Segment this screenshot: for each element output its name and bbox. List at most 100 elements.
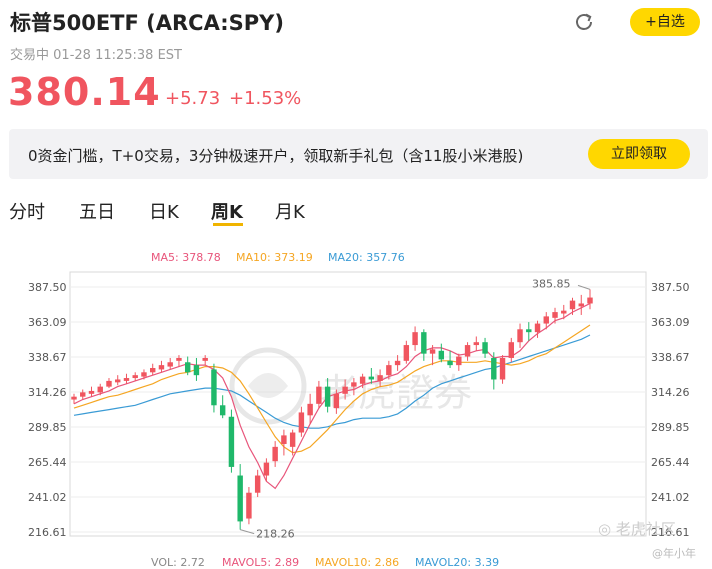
community-logo-icon: ◎ — [598, 520, 612, 538]
y-tick-label-left: 338.67 — [28, 351, 67, 364]
y-tick-label-right: 363.09 — [651, 316, 690, 329]
mavol10-legend: MAVOL10: 2.86 — [315, 556, 400, 569]
price-change-percent: +1.53% — [229, 88, 302, 109]
candle-body — [456, 356, 462, 366]
y-tick-label-left: 241.02 — [28, 491, 67, 504]
candle-body — [115, 379, 121, 383]
price-change: +5.73 — [165, 88, 221, 109]
low-label: 218.26 — [256, 528, 295, 541]
claim-gift-button[interactable]: 立即领取 — [588, 139, 690, 169]
candle-body — [473, 342, 480, 346]
promo-banner-text: 0资金门槛，T+0交易，3分钟极速开户，领取新手礼包（含11股小米港股) — [28, 147, 524, 165]
y-tick-label-left: 216.61 — [28, 526, 67, 539]
candle-body — [534, 323, 541, 333]
candle-body — [386, 365, 392, 376]
candle-body — [552, 312, 558, 318]
tab-monthly-k[interactable]: 月K — [275, 198, 305, 224]
mavol5-legend: MAVOL5: 2.89 — [222, 556, 300, 569]
y-tick-label-left: 363.09 — [28, 316, 67, 329]
candle-body — [351, 382, 357, 387]
candle-body — [491, 357, 497, 380]
candle-body — [499, 357, 506, 380]
trading-status: 交易中 01-28 11:25:38 EST — [10, 44, 182, 63]
y-tick-label-right: 314.26 — [651, 386, 690, 399]
candle-body — [88, 390, 95, 394]
candle-body — [368, 376, 375, 380]
candle-body — [246, 492, 252, 519]
community-watermark: ◎ 老虎社区 — [598, 518, 676, 539]
y-tick-label-right: 241.02 — [651, 491, 690, 504]
y-tick-label-left: 314.26 — [28, 386, 67, 399]
candle-body — [482, 342, 488, 354]
candle-body — [281, 435, 287, 444]
candle-body — [517, 329, 523, 343]
candle-body — [316, 386, 322, 404]
author-watermark: @年小年 — [652, 547, 696, 560]
candle-body — [333, 393, 340, 409]
community-watermark-text: 老虎社区 — [615, 520, 676, 538]
candle-body — [71, 396, 77, 400]
candle-body — [272, 446, 278, 462]
candle-body — [394, 360, 401, 366]
candle-body — [421, 332, 427, 354]
candle-body — [359, 376, 366, 384]
candle-body — [578, 303, 584, 307]
candle-body — [106, 380, 112, 387]
vol-legend: VOL: 2.72 — [151, 556, 205, 569]
add-watchlist-button[interactable]: +自选 — [630, 8, 700, 36]
candle-body — [237, 475, 243, 522]
candle-body — [543, 316, 549, 324]
candle-body — [561, 310, 567, 314]
candle-body — [263, 462, 270, 476]
candle-body — [193, 365, 200, 376]
high-label: 385.85 — [532, 277, 571, 290]
y-tick-label-right: 387.50 — [651, 281, 690, 294]
candle-body — [184, 362, 191, 373]
candle-body — [80, 392, 86, 397]
candle-body — [464, 345, 471, 357]
candle-body — [97, 386, 103, 393]
candle-body — [254, 475, 261, 493]
tab-intraday[interactable]: 分时 — [9, 198, 45, 224]
candle-body — [150, 368, 156, 373]
refresh-icon[interactable] — [572, 10, 596, 34]
candle-body — [219, 405, 226, 416]
y-tick-label-right: 265.44 — [651, 456, 690, 469]
market-status: 交易中 — [10, 48, 50, 63]
candle-body — [429, 349, 436, 354]
candle-body — [289, 432, 296, 447]
y-tick-label-left: 289.85 — [28, 421, 67, 434]
candle-body — [526, 329, 532, 333]
candle-body — [508, 342, 514, 358]
candle-body — [438, 350, 445, 360]
candle-body — [342, 386, 348, 394]
candle-body — [587, 297, 593, 304]
candle-body — [211, 369, 217, 406]
candle-body — [403, 345, 410, 361]
candle-body — [324, 386, 331, 407]
last-price: 380.14 — [8, 70, 161, 114]
candle-body — [176, 357, 182, 361]
y-tick-label-right: 289.85 — [651, 421, 690, 434]
candle-body — [298, 412, 305, 433]
candle-body — [167, 362, 173, 367]
y-tick-label-right: 338.67 — [651, 351, 690, 364]
y-tick-label-left: 265.44 — [28, 456, 67, 469]
candle-body — [307, 403, 313, 416]
candle-body — [377, 375, 383, 381]
weekly-candlestick-chart[interactable]: 387.50 363.09 338.67 314.26 289.85 265.44 241.… — [0, 260, 712, 550]
tab-weekly-k[interactable]: 周K — [211, 198, 243, 224]
quote-timestamp: 01-28 11:25:38 EST — [53, 48, 182, 63]
tab-five-day[interactable]: 五日 — [79, 198, 115, 224]
mavol20-legend: MAVOL20: 3.39 — [415, 556, 500, 569]
candle-body — [158, 365, 165, 370]
candle-body — [569, 300, 576, 310]
y-tick-label-left: 387.50 — [28, 281, 67, 294]
tab-daily-k[interactable]: 日K — [149, 198, 179, 224]
candle-body — [202, 357, 208, 361]
active-tab-indicator — [213, 223, 243, 226]
candle-body — [412, 332, 418, 346]
candle-body — [141, 372, 147, 377]
candle-body — [228, 416, 235, 467]
candle-body — [447, 360, 453, 366]
